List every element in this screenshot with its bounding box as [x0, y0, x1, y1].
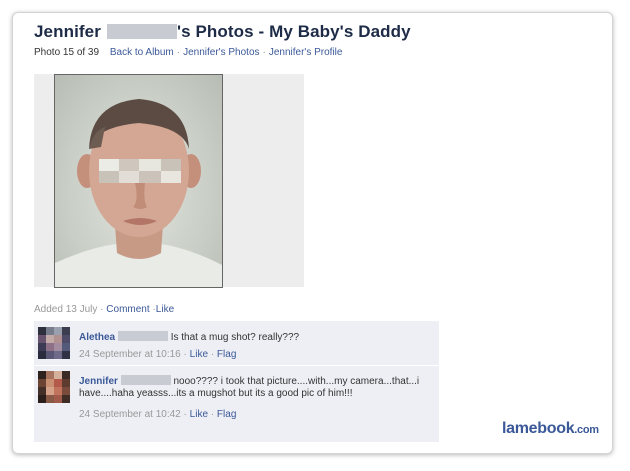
comment-text: Is that a mug shot? really??? — [170, 332, 300, 343]
photo-count: Photo 15 of 39 — [34, 47, 100, 58]
separator-dot: · — [183, 409, 187, 420]
title-owner-name: Jennifer — [34, 22, 101, 41]
comment-link[interactable]: Comment — [106, 304, 149, 315]
comment-meta: 24 September at 10:16 · Like · Flag — [79, 349, 431, 361]
comment-timestamp: 24 September at 10:42 — [79, 409, 181, 420]
watermark-main: lamebook — [502, 420, 575, 437]
comment-item: Jennifer nooo???? i took that picture...… — [34, 367, 439, 442]
separator-dot: · — [100, 304, 104, 315]
avatar[interactable] — [38, 327, 70, 359]
owner-profile-link[interactable]: Jennifer's Profile — [269, 47, 343, 58]
avatar-pixelated-image — [38, 327, 70, 359]
page-title: Jennifer 's Photos - My Baby's Daddy — [34, 22, 411, 42]
avatar-pixelated-image — [38, 371, 70, 403]
added-date: Added 13 July — [34, 304, 98, 315]
comment-like-link[interactable]: Like — [190, 409, 208, 420]
commenter-name[interactable]: Jennifer — [79, 376, 118, 387]
owner-photos-link[interactable]: Jennifer's Photos — [183, 47, 259, 58]
back-to-album-link[interactable]: Back to Album — [110, 47, 174, 58]
censored-surname — [106, 24, 177, 39]
portrait-illustration — [55, 99, 222, 287]
main-photo[interactable] — [54, 74, 223, 288]
censored-surname — [117, 331, 168, 341]
comment-meta: 24 September at 10:42 · Like · Flag — [79, 409, 431, 421]
comment-item: Alethea Is that a mug shot? really??? 24… — [34, 321, 439, 366]
comment-flag-link[interactable]: Flag — [217, 409, 236, 420]
avatar[interactable] — [38, 371, 70, 403]
comment-timestamp: 24 September at 10:16 — [79, 349, 181, 360]
separator-dot: · — [183, 349, 187, 360]
watermark-suffix: .com — [574, 424, 599, 436]
photo-viewer — [34, 74, 304, 288]
lamebook-watermark: lamebook.com — [502, 420, 599, 438]
photo-navigation: Photo 15 of 39 Back to Album · Jennifer's … — [34, 47, 342, 58]
separator-dot: · — [210, 409, 215, 420]
comment-like-link[interactable]: Like — [190, 349, 208, 360]
title-album-name: 's Photos - My Baby's Daddy — [176, 22, 411, 41]
separator-dot: · — [210, 349, 215, 360]
comments-section: Alethea Is that a mug shot? really??? 24… — [34, 321, 439, 442]
comment-body: Alethea Is that a mug shot? really??? 24… — [79, 331, 431, 361]
comment-body: Jennifer nooo???? i took that picture...… — [79, 375, 431, 421]
photo-meta: Added 13 July · Comment ·Like — [34, 304, 174, 315]
separator-dot: · — [262, 47, 266, 58]
separator-dot: · — [176, 47, 181, 58]
comment-flag-link[interactable]: Flag — [217, 349, 236, 360]
commenter-name[interactable]: Alethea — [79, 332, 115, 343]
like-link[interactable]: Like — [156, 304, 174, 315]
censored-surname — [120, 375, 171, 385]
